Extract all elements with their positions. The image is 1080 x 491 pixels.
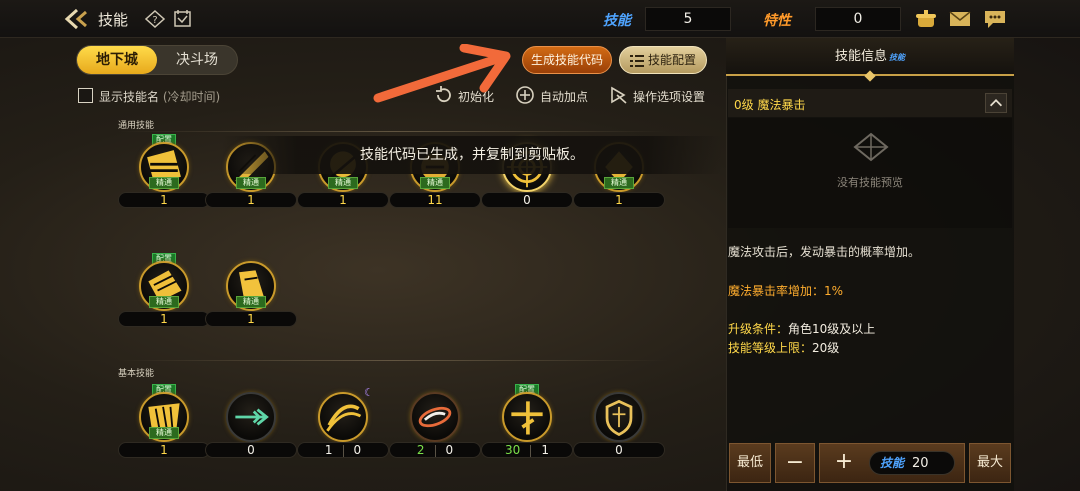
skill-slot[interactable]: 配置 精通 1 xyxy=(118,134,210,210)
skill-effect: 魔法暴击率增加：1% xyxy=(728,284,844,298)
pot-icon[interactable] xyxy=(914,8,938,30)
master-badge: 精通 xyxy=(149,177,179,189)
mail-icon[interactable] xyxy=(948,8,972,30)
operation-settings-button[interactable]: 操作选项设置 xyxy=(633,88,705,105)
min-level-button[interactable]: 最低 xyxy=(729,443,771,483)
section-basic-label: 基本技能 xyxy=(118,369,155,379)
skill-points-value: 5 xyxy=(645,7,731,31)
svg-text:?: ? xyxy=(152,15,157,26)
mode-tabs: 地下城 决斗场 xyxy=(76,45,238,75)
collapse-up-icon[interactable] xyxy=(985,93,1007,113)
toast-message: 技能代码已生成，并复制到剪贴板。 xyxy=(222,136,722,174)
skill-icon xyxy=(410,392,460,442)
skill-level: 1 xyxy=(573,192,665,208)
skill-level-b: 0 xyxy=(445,443,454,457)
master-badge: 精通 xyxy=(236,296,266,308)
section-divider xyxy=(118,131,668,132)
master-badge: 精通 xyxy=(236,177,266,189)
skill-level: 1 xyxy=(297,192,389,208)
section-divider xyxy=(118,360,668,361)
trait-points-value: 0 xyxy=(815,7,901,31)
skill-level-b: 0 xyxy=(353,443,362,457)
skill-level: 0 xyxy=(481,192,573,208)
skill-level: 0 xyxy=(573,442,665,458)
no-preview-icon xyxy=(853,132,889,162)
annotation-arrow-icon xyxy=(373,44,511,103)
skill-icon xyxy=(594,392,644,442)
skill-level-a: 30 xyxy=(505,443,521,457)
skill-slot[interactable]: 0 xyxy=(205,390,297,460)
max-level-button[interactable]: 最大 xyxy=(969,443,1011,483)
skill-slot[interactable]: 0 xyxy=(573,390,665,460)
page-title: 技能 xyxy=(98,11,129,29)
skill-icon xyxy=(502,392,552,442)
cooldown-hint: (冷却时间) xyxy=(162,90,221,104)
tab-arena[interactable]: 决斗场 xyxy=(157,46,237,74)
skill-level: 0 xyxy=(205,442,297,458)
moon-icon: ☾ xyxy=(364,386,374,399)
master-badge: 精通 xyxy=(328,177,358,189)
show-skill-name-label: 显示技能名 (冷却时间) xyxy=(99,88,220,105)
master-badge: 精通 xyxy=(149,427,179,439)
generate-skill-code-button[interactable]: 生成技能代码 xyxy=(522,46,612,74)
skill-level: 1 xyxy=(205,311,297,327)
skill-level: 1 xyxy=(118,192,210,208)
upgrade-requirement: 升级条件：角色10级及以上 xyxy=(728,320,875,337)
skill-slot[interactable]: 20 xyxy=(389,390,481,460)
show-skill-name-text: 显示技能名 xyxy=(99,90,160,104)
show-skill-name-checkbox[interactable] xyxy=(78,88,93,103)
decrease-level-button[interactable]: − xyxy=(775,443,815,483)
guide-book-icon[interactable] xyxy=(173,9,192,28)
skill-points-label: 技能 xyxy=(603,13,631,29)
target-level-label: 技能 xyxy=(880,456,905,470)
upgrade-requirement-value: 角色10级及以上 xyxy=(788,322,876,336)
skill-level: 1 xyxy=(118,442,210,458)
no-preview-text: 没有技能预览 xyxy=(837,176,903,189)
skill-level-pair: 10 xyxy=(297,442,389,458)
back-arrow-icon[interactable] xyxy=(64,8,90,30)
auto-add-button[interactable]: 自动加点 xyxy=(540,88,588,105)
skill-slot[interactable]: ☾ 10 xyxy=(297,386,389,460)
level-cap-value: 20级 xyxy=(812,341,840,355)
master-badge: 精通 xyxy=(420,177,450,189)
settings-icon[interactable] xyxy=(608,85,628,105)
increase-level-button[interactable]: + xyxy=(829,445,859,481)
skill-level-b: 1 xyxy=(541,443,549,457)
target-level-value: 20 xyxy=(912,456,929,471)
tab-dungeon[interactable]: 地下城 xyxy=(77,46,157,74)
skill-slot[interactable]: 配置 精通 1 xyxy=(118,253,210,329)
section-common-label: 通用技能 xyxy=(118,121,155,131)
upgrade-requirement-label: 升级条件： xyxy=(728,322,789,336)
skill-level-pair: 20 xyxy=(389,442,481,458)
skill-level-a: 1 xyxy=(324,443,333,457)
skill-slot[interactable]: 精通 1 xyxy=(205,259,297,329)
skill-info-tag: 技能 xyxy=(889,53,905,62)
skill-config-button[interactable]: 技能配置 xyxy=(619,46,707,74)
level-cap: 技能等级上限：20级 xyxy=(728,339,839,356)
skill-icon xyxy=(226,392,276,442)
skill-slot[interactable]: 配置 30 1 xyxy=(481,384,573,460)
chat-icon[interactable] xyxy=(983,8,1007,30)
list-icon xyxy=(630,55,644,67)
selected-skill-name: 0级 魔法暴击 xyxy=(734,98,806,112)
master-badge: 精通 xyxy=(149,296,179,308)
skill-level: 1 xyxy=(118,311,210,327)
target-level-display: 技能 20 xyxy=(869,451,955,475)
level-cap-label: 技能等级上限： xyxy=(728,341,813,355)
skill-config-label: 技能配置 xyxy=(648,53,697,67)
skill-level: 1 xyxy=(205,192,297,208)
skill-slot[interactable]: 配置 精通 1 xyxy=(118,384,210,460)
skill-description: 魔法攻击后，发动暴击的概率增加。 xyxy=(728,245,921,259)
trait-points-label: 特性 xyxy=(763,13,791,29)
help-icon[interactable]: ? xyxy=(145,10,165,28)
skill-info-title: 技能信息 xyxy=(834,49,887,64)
skill-icon xyxy=(318,392,368,442)
skill-level-pair: 30 1 xyxy=(481,442,573,458)
master-badge: 精通 xyxy=(604,177,634,189)
skill-level: 11 xyxy=(389,192,481,208)
skill-level-a: 2 xyxy=(416,443,425,457)
